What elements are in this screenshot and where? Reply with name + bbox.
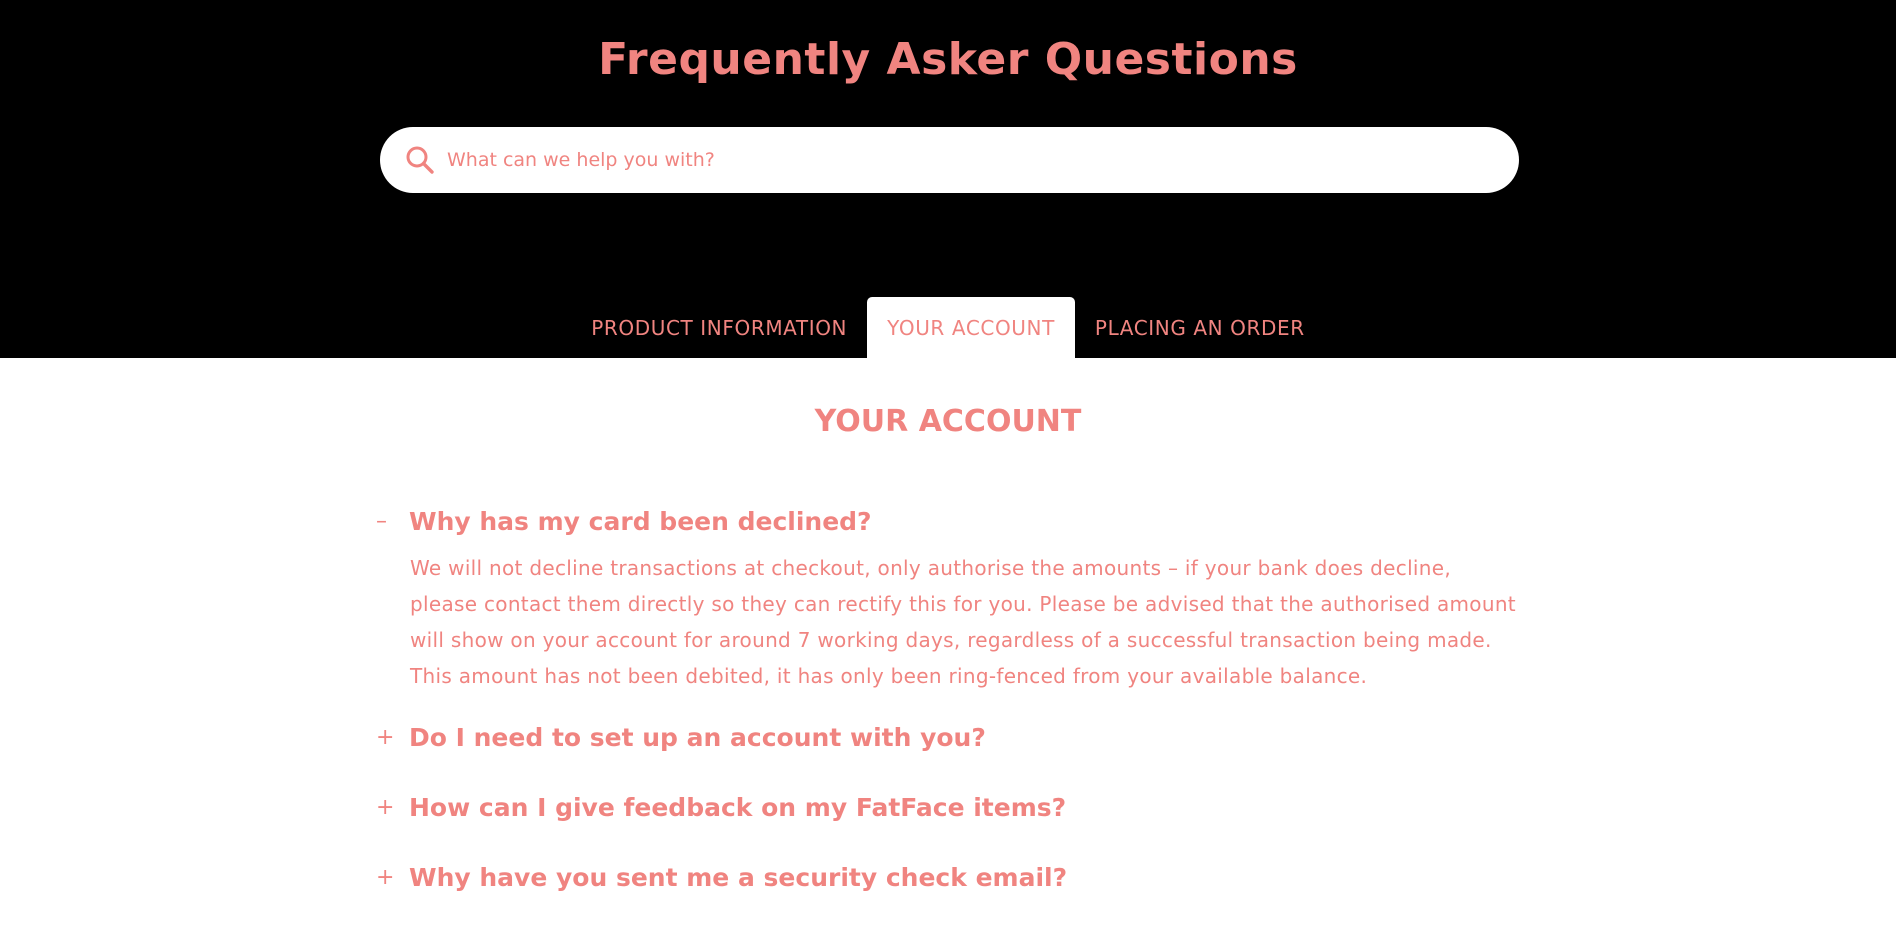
section-title: YOUR ACCOUNT xyxy=(814,404,1082,439)
faq-question[interactable]: How can I give feedback on my FatFace it… xyxy=(409,793,1066,822)
faq-question-toggle[interactable]: + Why have you sent me a security check … xyxy=(372,854,1524,900)
tab-your-account[interactable]: YOUR ACCOUNT xyxy=(867,297,1075,358)
page-title: Frequently Asker Questions xyxy=(598,34,1298,85)
plus-icon[interactable]: + xyxy=(372,795,409,820)
search-input[interactable] xyxy=(447,140,1487,180)
faq-question-toggle[interactable]: + Do I need to set up an account with yo… xyxy=(372,714,1524,760)
search-bar[interactable] xyxy=(380,127,1519,193)
tab-product-information[interactable]: PRODUCT INFORMATION xyxy=(571,297,867,358)
faq-question-toggle[interactable]: – Why has my card been declined? xyxy=(372,498,1524,544)
faq-question[interactable]: Why have you sent me a security check em… xyxy=(409,863,1067,892)
search-icon[interactable] xyxy=(404,144,436,176)
faq-item: + Do I need to set up an account with yo… xyxy=(372,714,1524,760)
minus-icon[interactable]: – xyxy=(372,509,409,534)
faq-item: + Why have you sent me a security check … xyxy=(372,854,1524,900)
hero-header: Frequently Asker Questions PRODUCT INFOR… xyxy=(0,0,1896,358)
faq-question[interactable]: Why has my card been declined? xyxy=(409,507,872,536)
plus-icon[interactable]: + xyxy=(372,865,409,890)
faq-item: – Why has my card been declined? We will… xyxy=(372,498,1524,694)
faq-answer: We will not decline transactions at chec… xyxy=(410,556,1516,688)
tab-placing-an-order[interactable]: PLACING AN ORDER xyxy=(1075,297,1325,358)
faq-list: – Why has my card been declined? We will… xyxy=(372,498,1524,924)
faq-tabs: PRODUCT INFORMATION YOUR ACCOUNT PLACING… xyxy=(0,297,1896,358)
faq-question-toggle[interactable]: + How can I give feedback on my FatFace … xyxy=(372,784,1524,830)
faq-question[interactable]: Do I need to set up an account with you? xyxy=(409,723,986,752)
faq-item: + How can I give feedback on my FatFace … xyxy=(372,784,1524,830)
plus-icon[interactable]: + xyxy=(372,725,409,750)
